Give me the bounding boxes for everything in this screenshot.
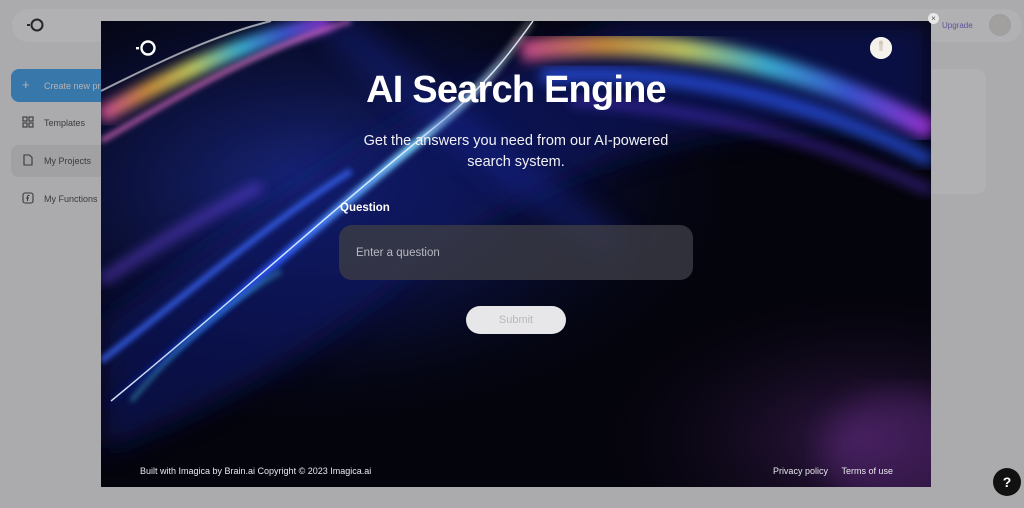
user-avatar[interactable]	[870, 37, 892, 59]
search-app-modal: AI Search Engine Get the answers you nee…	[101, 21, 931, 487]
brand-logo-icon[interactable]	[135, 39, 157, 57]
footer-credit: Built with Imagica by Brain.ai Copyright…	[140, 466, 372, 476]
footer-links: Privacy policy Terms of use	[762, 466, 893, 476]
person-icon	[870, 37, 892, 59]
privacy-policy-link[interactable]: Privacy policy	[773, 466, 828, 476]
submit-button[interactable]: Submit	[466, 306, 566, 334]
question-input[interactable]	[339, 225, 693, 280]
help-button[interactable]: ?	[993, 468, 1021, 496]
terms-of-use-link[interactable]: Terms of use	[841, 466, 893, 476]
page-title: AI Search Engine	[366, 69, 667, 111]
close-modal-button[interactable]: ×	[928, 13, 939, 24]
question-label: Question	[340, 202, 390, 214]
page-subtitle: Get the answers you need from our AI-pow…	[363, 133, 669, 170]
